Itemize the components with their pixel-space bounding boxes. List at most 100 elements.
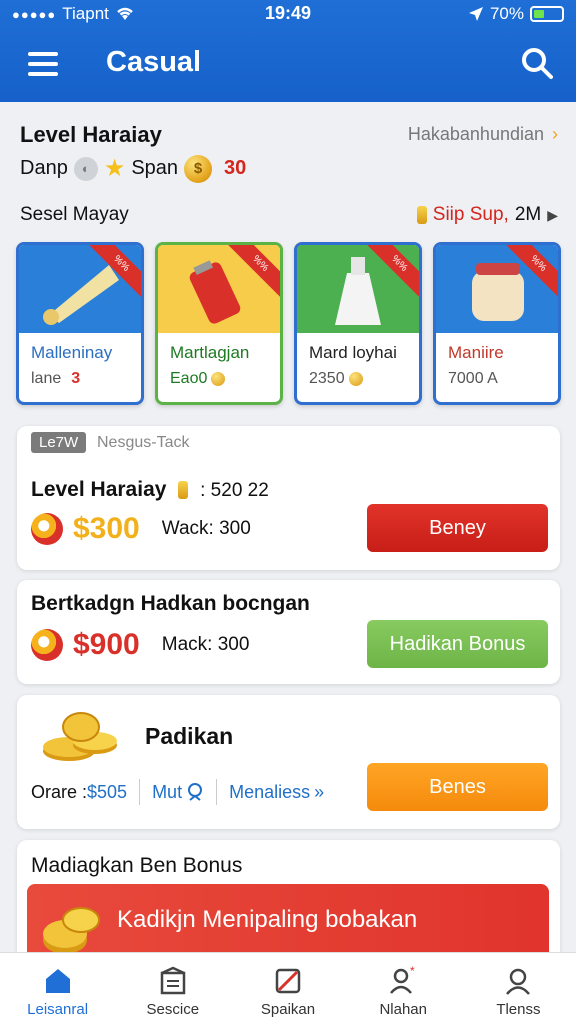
star-icon: ★ — [103, 155, 126, 182]
product-name: Malleninay — [31, 343, 113, 362]
buy-button[interactable]: Beney — [367, 504, 548, 552]
svg-text:*: * — [410, 965, 415, 978]
product-meta-value: 3 — [71, 370, 81, 387]
divider — [139, 779, 141, 805]
select-title: Sesel Mayay — [20, 204, 129, 225]
battery-icon — [530, 6, 564, 22]
profile-alert-icon: * — [390, 965, 415, 994]
bonus-ball-icon — [31, 513, 63, 545]
card-title-text: Level Haraiay — [31, 478, 167, 501]
product-meta-label: lane — [31, 370, 62, 387]
tab-profile[interactable]: Tlenss — [461, 953, 576, 1024]
info-bubble-icon: ◐ — [73, 156, 98, 181]
location-arrow-icon — [468, 7, 483, 21]
level-title: Level Haraiay — [20, 122, 162, 147]
fast-forward-icon: » — [314, 781, 325, 802]
price: $300 — [73, 512, 140, 545]
mini-coin-icon — [211, 372, 226, 386]
coin-stack-icon — [43, 907, 100, 954]
orare-value: $505 — [87, 781, 128, 802]
product-card-3[interactable]: %% Mard loyhai 2350 — [294, 242, 422, 405]
price-note: Wack: 300 — [161, 518, 251, 539]
level-link-label: Hakabanhundian — [407, 124, 544, 144]
bonus-claim-button[interactable]: Benes — [367, 763, 548, 811]
home-icon — [45, 969, 70, 993]
promo-text: Kadikjn Menipaling bobakan — [117, 906, 418, 933]
product-card-1[interactable]: %% Malleninay lane 3 — [16, 242, 144, 405]
tab-label: Leisanral — [27, 1001, 89, 1018]
menal-label: Menaliess — [229, 781, 311, 802]
tab-specials[interactable]: Spaikan — [230, 953, 345, 1024]
product-card-4[interactable]: %% Maniire 7000 A — [433, 242, 561, 405]
play-arrow-icon: ▶ — [547, 206, 558, 223]
product-meta-label: 7000 A — [448, 370, 498, 387]
offer-card-3: Padikan Orare : $505 Mut Menaliess » Ben… — [17, 695, 560, 829]
battery-percent: 70% — [489, 4, 524, 23]
bonus-ball-icon — [31, 629, 63, 661]
card-title: Level Haraiay : 520 22 — [31, 478, 269, 502]
sub-mid-label: Span — [131, 157, 179, 179]
sub-label: Danp — [20, 157, 68, 179]
box-icon — [160, 966, 186, 995]
price: $900 — [73, 628, 140, 661]
page-title: Casual — [106, 46, 202, 78]
product-image: %% — [158, 245, 280, 333]
card-title: Padikan — [145, 723, 234, 749]
tab-label: Spaikan — [260, 1001, 316, 1018]
product-card-2[interactable]: %% Martlagjan Eao0 — [155, 242, 283, 405]
card-title-extra: : 520 22 — [200, 480, 269, 501]
status-bar: ●●●●● Tiapnt 19:49 70% — [0, 0, 576, 28]
bottom-tab-bar: Leisanral Sescice Spaikan * Nlahan Tlens… — [0, 952, 576, 1024]
level-link[interactable]: Hakabanhundian › — [408, 124, 558, 145]
select-right[interactable]: Siip Sup, 2M ▶ — [416, 204, 558, 226]
offer-card-1: Le7W Nesgus-Tack Level Haraiay : 520 22 … — [17, 426, 560, 570]
product-image: %% — [297, 245, 419, 333]
tag-note: Nesgus-Tack — [97, 434, 190, 451]
product-meta-label: Eao0 — [170, 370, 208, 387]
product-meta: 2350 — [309, 370, 363, 388]
tab-service[interactable]: Sescice — [115, 953, 230, 1024]
coin-icon: $ — [184, 154, 213, 183]
product-name: Mard loyhai — [309, 343, 397, 362]
offer-card-2: Bertkadgn Hadkan bocngan $900 Mack: 300 … — [17, 580, 560, 684]
card-title: Madiagkan Ben Bonus — [31, 854, 243, 877]
chevron-right-icon: › — [552, 124, 558, 144]
app-header: ●●●●● Tiapnt 19:49 70% Casual — [0, 0, 576, 102]
product-name: Martlagjan — [170, 343, 250, 362]
card-title: Bertkadgn Hadkan bocngan — [31, 592, 310, 615]
tab-label: Tlenss — [496, 1001, 541, 1018]
status-right: 70% — [468, 4, 564, 24]
tab-notifications[interactable]: * Nlahan — [346, 953, 461, 1024]
medal-icon — [188, 783, 203, 801]
gold-coins-icon — [43, 712, 117, 761]
product-image: %% — [19, 245, 141, 333]
sub-value: 30 — [224, 157, 247, 179]
tab-label: Sescice — [146, 1001, 200, 1018]
hamburger-menu-icon[interactable] — [28, 52, 58, 76]
price-row: $300 Wack: 300 — [31, 512, 251, 546]
person-icon — [506, 968, 531, 995]
tag-badge: Le7W — [31, 432, 87, 453]
product-meta-label: 2350 — [309, 370, 345, 387]
orare-label: Orare : — [31, 781, 88, 802]
product-image: %% — [436, 245, 558, 333]
mini-coin-icon — [348, 372, 363, 386]
select-right-label: Siip Sup, — [432, 204, 509, 225]
bonus-button[interactable]: Hadikan Bonus — [367, 620, 548, 668]
nav-row: Casual — [0, 42, 576, 86]
select-right-value: 2M — [514, 204, 542, 225]
search-icon[interactable] — [520, 46, 554, 80]
mut-label: Mut — [152, 781, 183, 802]
product-name: Maniire — [448, 343, 504, 362]
product-meta: Eao0 — [170, 370, 226, 388]
product-meta: 7000 A — [448, 370, 498, 388]
tab-home[interactable]: Leisanral — [0, 953, 115, 1024]
price-note: Mack: 300 — [161, 634, 250, 655]
coin-bar-icon — [178, 481, 189, 500]
tab-label: Nlahan — [379, 1001, 427, 1018]
price-row: $900 Mack: 300 — [31, 628, 249, 662]
offer-card-4: Madiagkan Ben Bonus Kadikjn Menipaling b… — [17, 840, 560, 964]
bonus-info-row: Orare : $505 Mut Menaliess » — [31, 779, 324, 805]
coin-bar-icon — [416, 206, 427, 224]
product-meta: lane 3 — [31, 370, 80, 388]
